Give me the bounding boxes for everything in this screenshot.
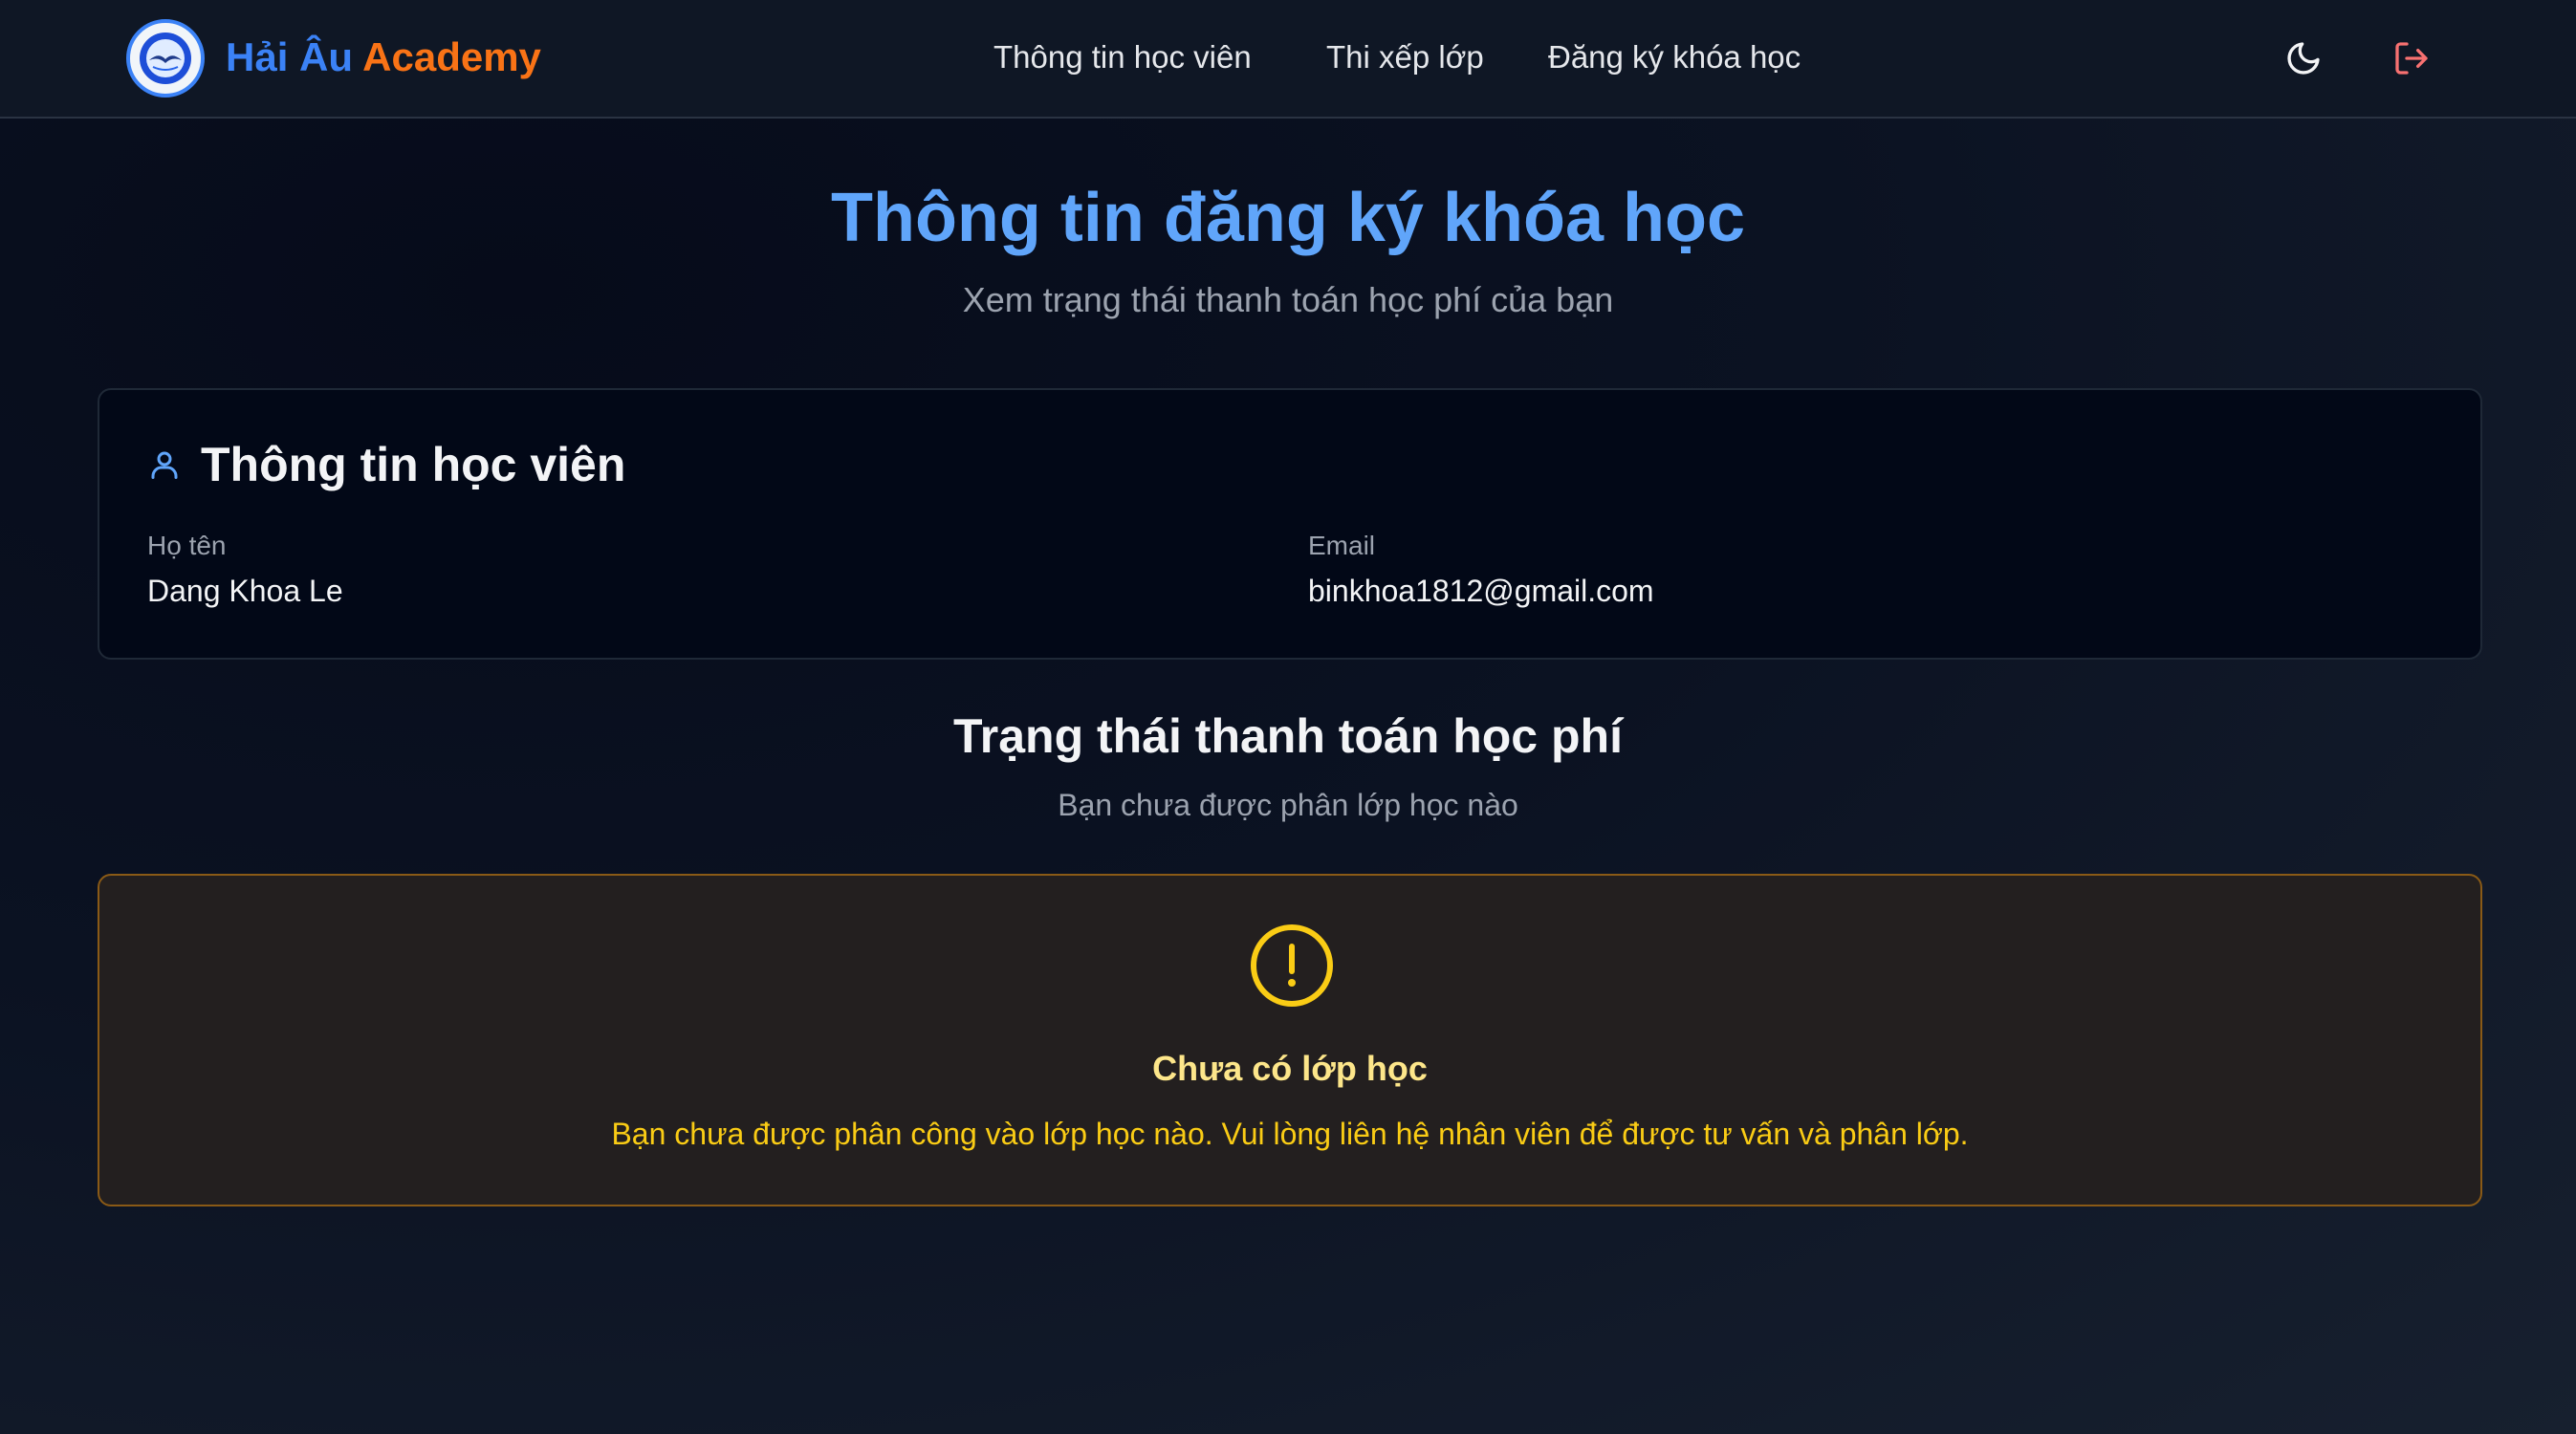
student-info-title: Thông tin học viên — [201, 438, 626, 491]
student-info-header: Thông tin học viên — [147, 436, 625, 493]
page-subtitle: Xem trạng thái thanh toán học phí của bạ… — [962, 280, 1614, 319]
main-nav: Thông tin học viên Thi xếp lớp Đăng ký k… — [0, 36, 2576, 80]
email-value: binkhoa1812@gmail.com — [1308, 574, 1654, 608]
payment-status-title: Trạng thái thanh toán học phí — [953, 709, 1623, 763]
nav-placement-test[interactable]: Thi xếp lớp — [1326, 36, 1484, 78]
no-class-title: Chưa có lớp học — [1152, 1049, 1428, 1088]
page-title: Thông tin đăng ký khóa học — [830, 180, 1745, 256]
no-class-alert: Chưa có lớp học Bạn chưa được phân công … — [98, 874, 2482, 1206]
student-info-card: Thông tin học viên Họ tên Dang Khoa Le E… — [98, 388, 2482, 660]
nav-course-registration[interactable]: Đăng ký khóa học — [1548, 36, 1801, 78]
theme-toggle-button[interactable] — [2280, 34, 2327, 82]
no-class-message: Bạn chưa được phân công vào lớp học nào.… — [611, 1117, 1969, 1151]
moon-icon — [2287, 42, 2320, 75]
logout-button[interactable] — [2388, 34, 2435, 82]
name-value: Dang Khoa Le — [147, 574, 343, 608]
nav-student-info[interactable]: Thông tin học viên — [993, 36, 1252, 78]
user-icon — [151, 451, 178, 479]
name-label: Họ tên — [147, 531, 227, 560]
alert-circle-icon — [1251, 924, 1333, 1007]
top-navbar: Hải Âu Academy Thông tin học viên Thi xế… — [0, 0, 2576, 119]
payment-status-subtitle: Bạn chưa được phân lớp học nào — [1058, 788, 1518, 822]
email-label: Email — [1308, 531, 1376, 560]
logout-icon — [2395, 42, 2428, 75]
